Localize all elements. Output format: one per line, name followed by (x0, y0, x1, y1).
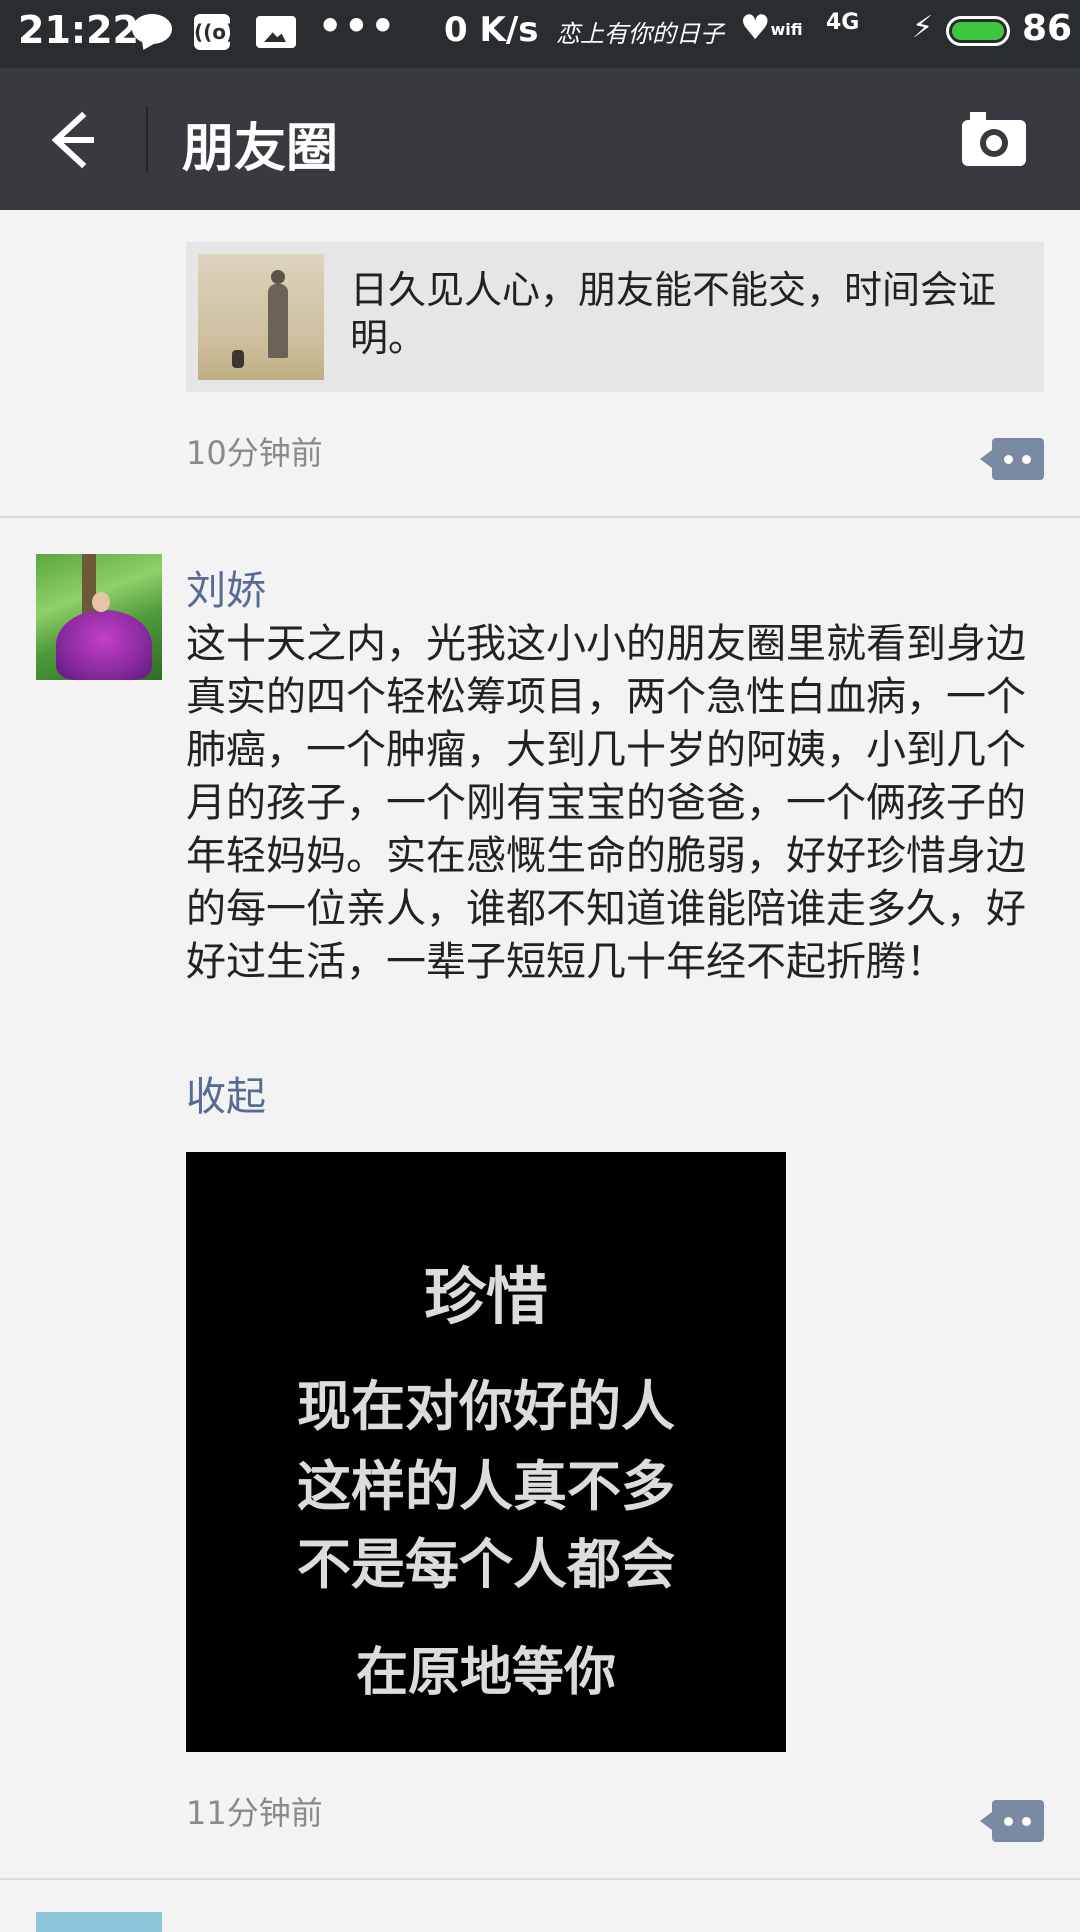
image-text-line: 现在对你好的人 (297, 1375, 675, 1438)
network-speed: 0 K/s (444, 10, 539, 50)
image-text-line: 不是每个人都会 (297, 1533, 675, 1596)
wifi-heart-icon: ♥wifi (740, 8, 803, 48)
post-image[interactable]: 珍惜 现在对你好的人 这样的人真不多 不是每个人都会 在原地等你 (186, 1152, 786, 1752)
wifi-label: wifi (770, 20, 803, 39)
avatar[interactable] (36, 554, 162, 680)
image-text-line: 这样的人真不多 (297, 1455, 675, 1518)
post-text: 这十天之内，光我这小小的朋友圈里就看到身边真实的四个轻松筹项目，两个急性白血病，… (186, 621, 1026, 985)
title-divider (146, 106, 148, 172)
avatar[interactable] (36, 1912, 162, 1932)
battery-level: 86 (1022, 8, 1073, 49)
more-notifications-icon: ••• (318, 4, 397, 48)
moment-post: 刘娇 这十天之内，光我这小小的朋友圈里就看到身边真实的四个轻松筹项目，两个急性白… (0, 518, 1080, 1880)
back-button[interactable] (36, 104, 108, 176)
image-notification-icon (256, 16, 296, 48)
chat-notification-icon (132, 14, 172, 44)
comment-button[interactable] (980, 1800, 1044, 1842)
shared-link-card[interactable]: 日久见人心，朋友能不能交，时间会证明。 (186, 242, 1044, 392)
collapse-link[interactable]: 收起 (186, 1064, 266, 1122)
shared-link-thumbnail (198, 254, 324, 380)
page-title: 朋友圈 (182, 119, 339, 179)
custom-logo: 恋上有你的日子 (556, 20, 724, 48)
moment-post: 日久见人心，朋友能不能交，时间会证明。 10分钟前 (0, 210, 1080, 518)
battery-icon (946, 16, 1010, 46)
charging-icon: ⚡ (912, 10, 934, 45)
shared-link-text: 日久见人心，朋友能不能交，时间会证明。 (350, 268, 997, 360)
top-bar: 朋友圈 (0, 68, 1080, 210)
signal-icon: 4G (826, 10, 860, 35)
status-bar: 21:22 ((o)) ••• 0 K/s 恋上有你的日子 ♥wifi 4G ⚡… (0, 0, 1080, 68)
comment-button[interactable] (980, 438, 1044, 480)
status-time: 21:22 (18, 8, 139, 52)
post-timestamp: 11分钟前 (186, 1794, 323, 1832)
hotspot-notification-icon: ((o)) (194, 14, 244, 50)
post-timestamp: 10分钟前 (186, 434, 323, 472)
camera-button[interactable] (956, 106, 1032, 172)
arrow-left-icon (51, 111, 94, 169)
image-text-line: 在原地等你 (355, 1643, 616, 1703)
moment-post (0, 1880, 1080, 1932)
post-username[interactable]: 刘娇 (186, 558, 266, 616)
camera-icon (962, 112, 1026, 166)
image-text-line: 珍惜 (423, 1260, 548, 1333)
